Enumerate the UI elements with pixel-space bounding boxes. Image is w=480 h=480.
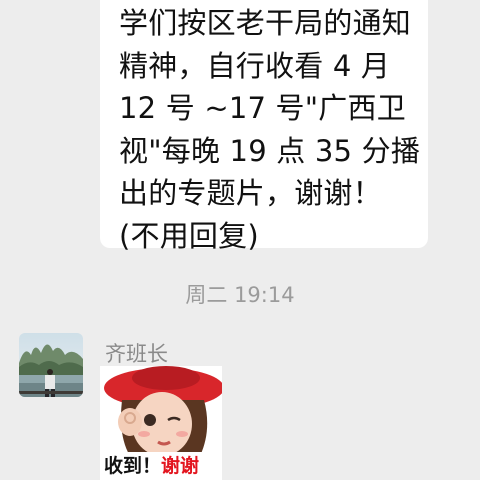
sticker-caption-part2: 谢谢	[161, 455, 200, 477]
message-line: 精神，自行收看 4 月	[119, 48, 391, 83]
message-line: 出的专题片，谢谢！	[119, 176, 382, 210]
message-line: 12 号 ~17 号"广西卫	[119, 91, 406, 125]
incoming-message-bubble[interactable]: 学们按区老干局的通知 精神，自行收看 4 月 12 号 ~17 号"广西卫 视"…	[100, 0, 428, 253]
sender-name: 齐班长	[105, 342, 168, 366]
message-line: 学们按区老干局的通知	[119, 6, 412, 40]
sticker-message[interactable]: 收到！谢谢	[100, 366, 222, 480]
sender-avatar[interactable]	[19, 333, 83, 397]
sticker-caption: 收到！谢谢	[100, 452, 222, 480]
sticker-caption-part1: 收到！	[104, 455, 162, 477]
cartoon-girl-red-hat-sticker-icon	[100, 366, 222, 456]
landscape-photo-avatar-icon	[19, 333, 83, 397]
message-line: 视"每晚 19 点 35 分播	[119, 133, 421, 168]
message-line: (不用回复)	[119, 218, 259, 253]
chat-window[interactable]: 学们按区老干局的通知 精神，自行收看 4 月 12 号 ~17 号"广西卫 视"…	[0, 0, 480, 480]
message-timestamp: 周二 19:14	[185, 283, 295, 307]
